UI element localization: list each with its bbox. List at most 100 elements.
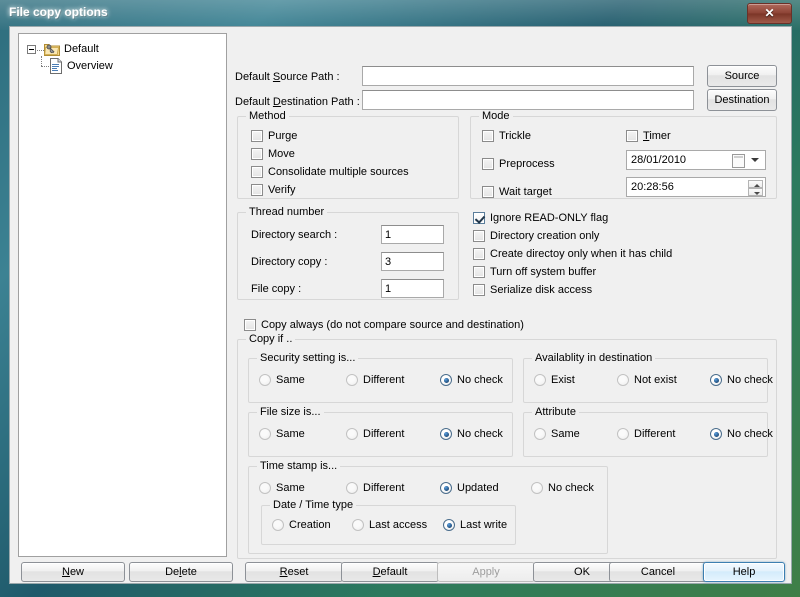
security-setting-group-title: Security setting is... xyxy=(257,352,359,364)
checkbox-wait-target-label: Wait target xyxy=(499,186,552,198)
radio-attribute-no-check-ring xyxy=(710,428,722,440)
checkbox-consolidate-label: Consolidate multiple sources xyxy=(268,166,409,178)
reset-button[interactable]: Reset xyxy=(245,562,343,582)
checkbox-trickle-box xyxy=(482,130,494,142)
checkbox-ignore-readonly-box xyxy=(473,212,485,224)
file-copy-input[interactable] xyxy=(381,279,444,298)
destination-path-input[interactable] xyxy=(362,90,694,110)
close-button[interactable]: ✕ xyxy=(747,3,792,24)
availability-group: Availablity in destination Exist Not exi… xyxy=(523,352,773,403)
destination-browse-button[interactable]: Destination xyxy=(707,89,777,111)
source-browse-button[interactable]: Source xyxy=(707,65,777,87)
radio-timestamp-different-label: Different xyxy=(363,482,405,494)
mode-group: Mode Trickle Preprocess Wait target Time… xyxy=(470,110,777,199)
default-button[interactable]: Default xyxy=(341,562,439,582)
profile-tree[interactable]: Default Overview xyxy=(18,33,227,557)
date-time-type-group: Date / Time type Creation Last access La… xyxy=(261,499,516,545)
tree-connector-line xyxy=(37,50,44,51)
radio-datetype-creation-label: Creation xyxy=(289,519,331,531)
radio-availability-not-exist-ring xyxy=(617,374,629,386)
radio-filesize-no-check-label: No check xyxy=(457,428,503,440)
checkbox-ignore-readonly-label: Ignore READ-ONLY flag xyxy=(490,212,609,224)
chevron-down-icon[interactable] xyxy=(751,158,759,162)
radio-security-same-ring xyxy=(259,374,271,386)
destination-path-label: Default Destination Path : xyxy=(235,96,360,108)
radio-attribute-no-check-label: No check xyxy=(727,428,773,440)
attribute-group: Attribute Same Different No check xyxy=(523,406,773,457)
help-button[interactable]: Help xyxy=(703,562,785,582)
timer-date-picker[interactable]: 28/01/2010 xyxy=(626,150,766,170)
checkbox-serialize-disk-access-box xyxy=(473,284,485,296)
checkbox-verify-label: Verify xyxy=(268,184,296,196)
radio-security-different-label: Different xyxy=(363,374,405,386)
apply-button: Apply xyxy=(437,562,535,582)
copy-if-group-title: Copy if .. xyxy=(246,333,296,345)
checkbox-create-directory-with-child-box xyxy=(473,248,485,260)
time-stamp-group-title: Time stamp is... xyxy=(257,460,341,472)
new-button-label: New xyxy=(61,566,84,578)
method-group: Method Purge Move Consolidate multiple s… xyxy=(237,110,459,199)
radio-datetype-last-access-label: Last access xyxy=(369,519,428,531)
tree-label-default: Default xyxy=(64,43,99,55)
radio-filesize-same-ring xyxy=(259,428,271,440)
titlebar: File copy options ✕ xyxy=(0,0,800,26)
time-spin-buttons[interactable] xyxy=(748,180,763,196)
radio-availability-exist-ring xyxy=(534,374,546,386)
radio-security-same-label: Same xyxy=(276,374,305,386)
time-stamp-group: Time stamp is... Same Different Updated … xyxy=(248,460,608,554)
directory-copy-label: Directory copy : xyxy=(251,256,328,268)
date-time-type-group-title: Date / Time type xyxy=(270,499,357,511)
new-button[interactable]: New xyxy=(21,562,125,582)
file-size-group-title: File size is... xyxy=(257,406,324,418)
tree-label-overview: Overview xyxy=(67,60,113,72)
spin-down-icon[interactable] xyxy=(748,188,763,196)
radio-security-no-check-ring xyxy=(440,374,452,386)
delete-button[interactable]: Delete xyxy=(129,562,233,582)
cancel-button[interactable]: Cancel xyxy=(609,562,707,582)
spin-up-icon[interactable] xyxy=(748,180,763,188)
checkbox-move-box xyxy=(251,148,263,160)
checkbox-directory-creation-only-box xyxy=(473,230,485,242)
dialog-client-area: Default Overview Default Source Path: S… xyxy=(9,26,792,584)
radio-datetype-last-write-label: Last write xyxy=(460,519,508,531)
tree-connector-line-2 xyxy=(41,66,49,67)
radio-availability-exist-label: Exist xyxy=(551,374,575,386)
folder-key-icon xyxy=(44,42,60,56)
radio-filesize-no-check-ring xyxy=(440,428,452,440)
availability-group-title: Availablity in destination xyxy=(532,352,656,364)
radio-availability-no-check-ring xyxy=(710,374,722,386)
checkbox-copy-always-box xyxy=(244,319,256,331)
radio-datetype-creation-ring xyxy=(272,519,284,531)
radio-timestamp-no-check-label: No check xyxy=(548,482,594,494)
checkbox-create-directory-with-child-label: Create directoy only when it has child xyxy=(490,248,673,260)
tree-expander-icon[interactable] xyxy=(27,45,36,54)
method-group-title: Method xyxy=(246,110,289,122)
radio-attribute-different-ring xyxy=(617,428,629,440)
checkbox-preprocess-box xyxy=(482,158,494,170)
radio-filesize-different-label: Different xyxy=(363,428,405,440)
directory-search-input[interactable] xyxy=(381,225,444,244)
checkbox-consolidate-box xyxy=(251,166,263,178)
file-copy-label: File copy : xyxy=(251,283,302,295)
directory-search-label: Directory search : xyxy=(251,229,338,241)
checkbox-wait-target-box xyxy=(482,186,494,198)
checkbox-copy-always-label: Copy always (do not compare source and d… xyxy=(261,319,524,331)
calendar-icon xyxy=(732,154,745,168)
radio-filesize-different-ring xyxy=(346,428,358,440)
security-setting-group: Security setting is... Same Different No… xyxy=(248,352,513,403)
source-path-input[interactable] xyxy=(362,66,694,86)
timer-time-spinner[interactable]: 20:28:56 xyxy=(626,177,766,197)
directory-copy-input[interactable] xyxy=(381,252,444,271)
radio-security-no-check-label: No check xyxy=(457,374,503,386)
radio-availability-no-check-label: No check xyxy=(727,374,773,386)
checkbox-serialize-disk-access-label: Serialize disk access xyxy=(490,284,593,296)
radio-timestamp-different-ring xyxy=(346,482,358,494)
radio-timestamp-same-label: Same xyxy=(276,482,305,494)
checkbox-purge-box xyxy=(251,130,263,142)
radio-availability-not-exist-label: Not exist xyxy=(634,374,677,386)
radio-datetype-last-write-ring xyxy=(443,519,455,531)
checkbox-turn-off-system-buffer-label: Turn off system buffer xyxy=(490,266,597,278)
radio-timestamp-same-ring xyxy=(259,482,271,494)
radio-attribute-same-ring xyxy=(534,428,546,440)
source-path-label: Default Source Path : xyxy=(235,71,340,83)
